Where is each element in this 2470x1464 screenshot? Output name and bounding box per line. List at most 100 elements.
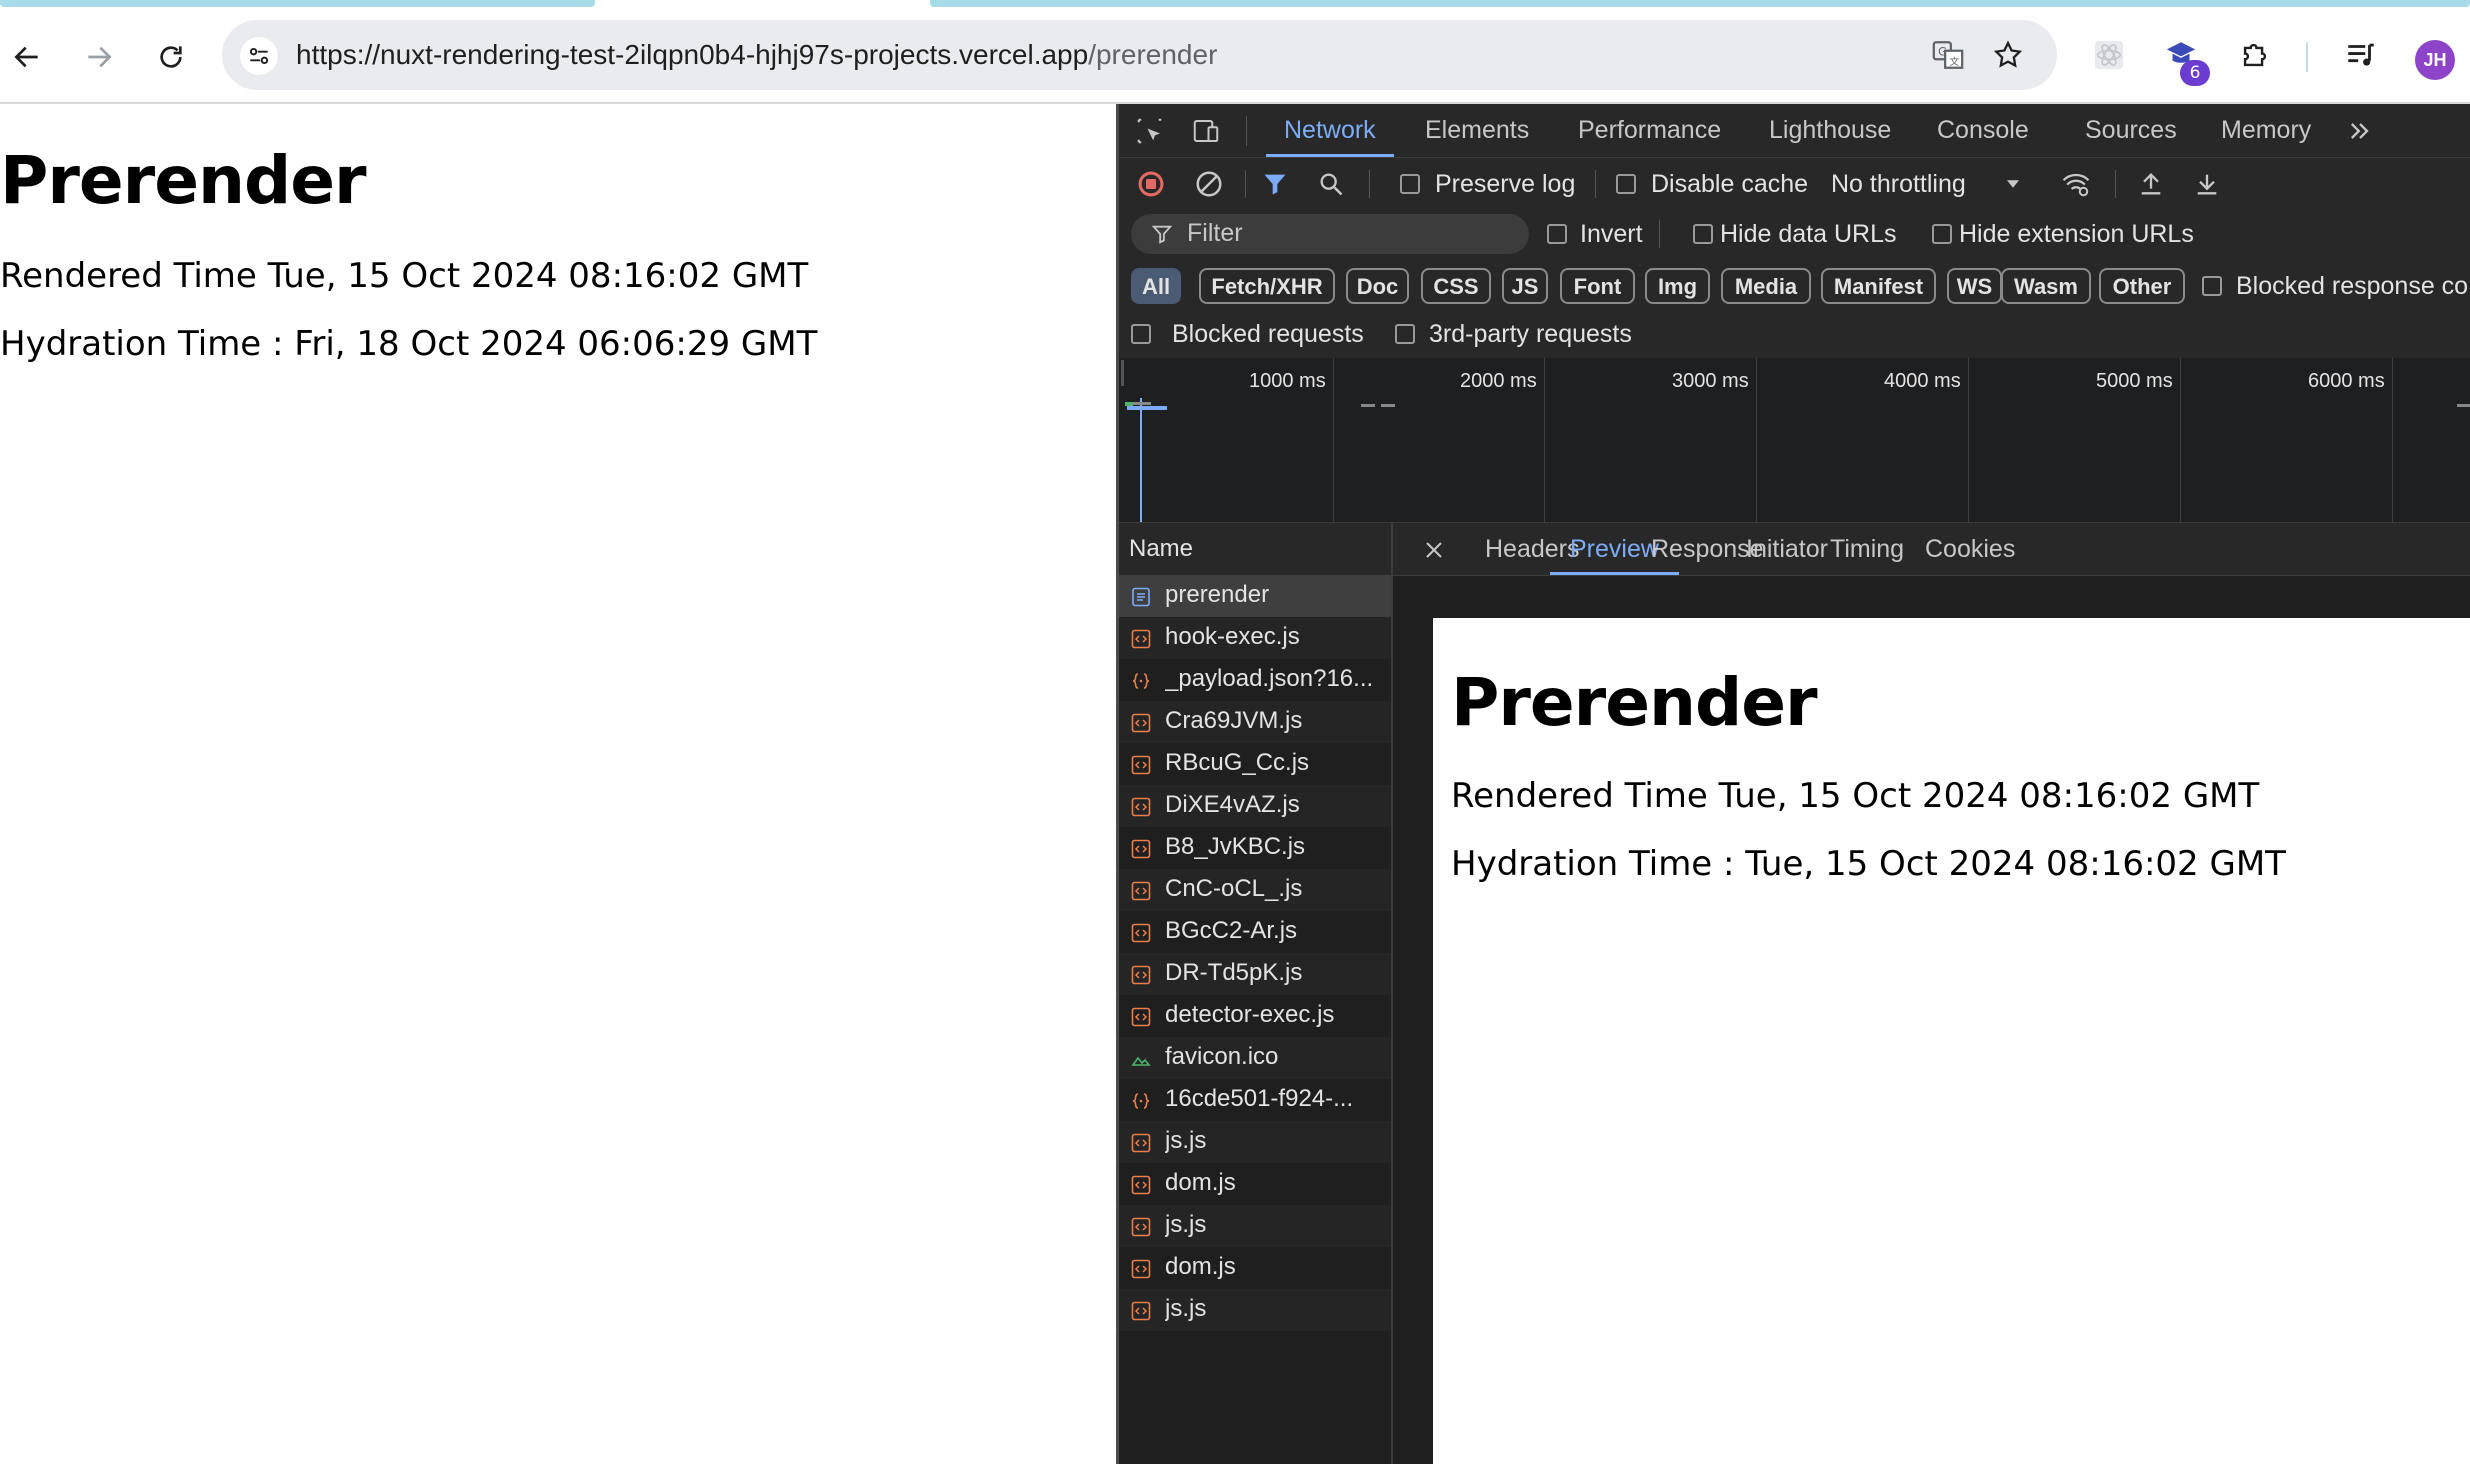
request-row[interactable]: hook-exec.js	[1119, 617, 1391, 659]
profile-avatar[interactable]: JH	[2415, 40, 2455, 80]
script-file-icon	[1131, 1006, 1151, 1027]
name-column-header[interactable]: Name	[1119, 523, 1391, 576]
download-icon	[2197, 174, 2217, 195]
request-row[interactable]: js.js	[1119, 1121, 1391, 1163]
request-row[interactable]: detector-exec.js	[1119, 995, 1391, 1037]
reload-icon	[160, 46, 182, 68]
tab-sources[interactable]: Sources	[2085, 104, 2177, 157]
hide-data-urls-checkbox[interactable]	[1693, 224, 1713, 244]
bookmark-button[interactable]	[1987, 34, 2029, 76]
more-tabs-button[interactable]	[2343, 114, 2377, 148]
tab-console[interactable]: Console	[1937, 104, 2029, 157]
third-party-requests-checkbox[interactable]	[1395, 324, 1415, 344]
blocked-requests-checkbox[interactable]	[1131, 324, 1151, 344]
export-har-button[interactable]	[2191, 168, 2223, 200]
type-filter-wasm[interactable]: Wasm	[2001, 268, 2091, 304]
forward-button[interactable]	[72, 30, 126, 84]
request-name: js.js	[1165, 1127, 1207, 1154]
request-row[interactable]: 16cde501-f924-...	[1119, 1079, 1391, 1121]
filter-toggle-button[interactable]	[1259, 168, 1291, 200]
timeline-dom-content-marker	[1140, 398, 1142, 522]
inspect-cursor-icon	[1137, 118, 1162, 144]
type-filter-js[interactable]: JS	[1502, 268, 1548, 304]
detail-tab-timing[interactable]: Timing	[1830, 523, 1904, 575]
request-row[interactable]: DiXE4vAZ.js	[1119, 785, 1391, 827]
blocked-response-cookies-label: Blocked response co	[2236, 272, 2469, 300]
tab-memory[interactable]: Memory	[2221, 104, 2311, 157]
throttling-select[interactable]: No throttling	[1831, 169, 1966, 199]
script-file-icon	[1131, 1300, 1151, 1321]
type-filter-fetch-xhr[interactable]: Fetch/XHR	[1199, 268, 1335, 304]
reload-button[interactable]	[144, 30, 198, 84]
filter-input[interactable]: Filter	[1131, 214, 1529, 254]
request-row[interactable]: _payload.json?16...	[1119, 659, 1391, 701]
detail-tab-initiator[interactable]: Initiator	[1746, 523, 1828, 575]
type-filter-css[interactable]: CSS	[1421, 268, 1491, 304]
network-overview-timeline[interactable]: 1000 ms 2000 ms 3000 ms 4000 ms 5000 ms …	[1119, 358, 2470, 523]
request-row[interactable]: Cra69JVM.js	[1119, 701, 1391, 743]
import-har-button[interactable]	[2135, 168, 2167, 200]
request-row[interactable]: B8_JvKBC.js	[1119, 827, 1391, 869]
request-row[interactable]: CnC-oCL_.js	[1119, 869, 1391, 911]
type-filter-manifest[interactable]: Manifest	[1821, 268, 1936, 304]
detail-tab-preview[interactable]: Preview	[1550, 523, 1679, 575]
request-row[interactable]: BGcC2-Ar.js	[1119, 911, 1391, 953]
request-row[interactable]: js.js	[1119, 1205, 1391, 1247]
tab-lighthouse[interactable]: Lighthouse	[1769, 104, 1891, 157]
tab-highlight[interactable]	[0, 0, 595, 7]
react-devtools-extension[interactable]	[2084, 30, 2134, 80]
tab-elements[interactable]: Elements	[1425, 104, 1529, 157]
network-conditions-button[interactable]	[2059, 168, 2093, 200]
invert-checkbox[interactable]	[1547, 224, 1567, 244]
media-queue-button[interactable]	[2336, 30, 2386, 80]
request-row[interactable]: DR-Td5pK.js	[1119, 953, 1391, 995]
request-row[interactable]: prerender	[1119, 575, 1391, 617]
type-filter-font[interactable]: Font	[1560, 268, 1635, 304]
address-bar[interactable]: https://nuxt-rendering-test-2ilqpn0b4-hj…	[222, 20, 2057, 90]
type-filter-ws[interactable]: WS	[1947, 268, 2002, 304]
translate-button[interactable]: G文	[1927, 34, 1969, 76]
extensions-button[interactable]	[2230, 30, 2280, 80]
record-button[interactable]	[1135, 168, 1167, 200]
request-row[interactable]: favicon.ico	[1119, 1037, 1391, 1079]
site-settings-icon	[249, 47, 269, 65]
type-filter-all[interactable]: All	[1131, 268, 1181, 304]
type-filter-media[interactable]: Media	[1721, 268, 1811, 304]
network-toolbar: Preserve log Disable cache No throttling	[1119, 158, 2470, 211]
hydration-time-text: Hydration Time : Fri, 18 Oct 2024 06:06:…	[0, 324, 818, 364]
preserve-log-checkbox[interactable]	[1400, 174, 1420, 194]
site-settings-button[interactable]	[240, 37, 278, 75]
request-row[interactable]: js.js	[1119, 1289, 1391, 1331]
disable-cache-checkbox[interactable]	[1616, 174, 1636, 194]
request-row[interactable]: RBcuG_Cc.js	[1119, 743, 1391, 785]
type-filter-doc[interactable]: Doc	[1346, 268, 1409, 304]
timeline-tick-label: 1000 ms	[1249, 370, 1326, 392]
clear-button[interactable]	[1193, 168, 1225, 200]
type-filter-img[interactable]: Img	[1645, 268, 1710, 304]
hide-extension-urls-label: Hide extension URLs	[1959, 220, 2194, 248]
search-button[interactable]	[1315, 168, 1347, 200]
blocked-response-cookies-checkbox[interactable]	[2202, 276, 2222, 296]
tab-highlight[interactable]	[930, 0, 2470, 7]
back-button[interactable]	[0, 30, 54, 84]
inspect-element-button[interactable]	[1133, 114, 1167, 148]
request-row[interactable]: dom.js	[1119, 1247, 1391, 1289]
page-title: Prerender	[0, 142, 367, 219]
hide-extension-urls-checkbox[interactable]	[1932, 224, 1952, 244]
device-toolbar-button[interactable]	[1189, 114, 1223, 148]
toolbar-divider	[1595, 170, 1596, 198]
detail-tab-cookies[interactable]: Cookies	[1925, 523, 2015, 575]
tab-network[interactable]: Network	[1266, 104, 1394, 157]
toolbar-divider	[1659, 220, 1660, 248]
throttling-dropdown[interactable]	[2001, 172, 2025, 196]
type-filter-other[interactable]: Other	[2099, 268, 2185, 304]
request-name: dom.js	[1165, 1169, 1236, 1196]
detail-tab-headers[interactable]: Headers	[1485, 523, 1580, 575]
timeline-request-bar	[1133, 402, 1151, 405]
request-row[interactable]: dom.js	[1119, 1163, 1391, 1205]
timeline-tick-label: 4000 ms	[1884, 370, 1961, 392]
close-detail-button[interactable]	[1419, 535, 1449, 565]
tab-performance[interactable]: Performance	[1578, 104, 1721, 157]
timeline-start-handle[interactable]	[1121, 360, 1124, 386]
url-text[interactable]: https://nuxt-rendering-test-2ilqpn0b4-hj…	[296, 20, 1217, 90]
